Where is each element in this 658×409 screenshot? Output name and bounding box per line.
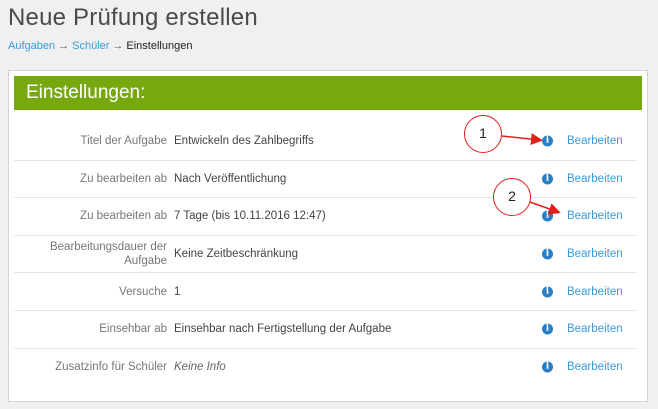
settings-row-zusatzinfo: Zusatzinfo für Schüler Keine Info i Bear… xyxy=(14,349,637,387)
breadcrumb-separator: → xyxy=(58,40,70,52)
settings-card-header: Einstellungen: xyxy=(14,76,642,110)
edit-link-versuche[interactable]: Bearbeiten xyxy=(567,286,623,298)
info-icon[interactable]: i xyxy=(542,361,553,373)
settings-card: Einstellungen: Titel der Aufgabe Entwick… xyxy=(8,70,648,402)
row-label: Versuche xyxy=(119,285,167,298)
info-icon[interactable]: i xyxy=(542,135,553,147)
row-label: Zu bearbeiten ab xyxy=(80,172,167,185)
row-value: Keine Zeitbeschränkung xyxy=(174,248,299,261)
edit-link-zu-bearbeiten-ab-1[interactable]: Bearbeiten xyxy=(567,173,623,185)
breadcrumb-item-einstellungen: Einstellungen xyxy=(126,40,193,52)
settings-list: Titel der Aufgabe Entwickeln des Zahlbeg… xyxy=(14,123,637,386)
row-value: Entwickeln des Zahlbegriffs xyxy=(174,135,314,148)
row-value: Keine Info xyxy=(174,361,226,374)
edit-link-zusatzinfo[interactable]: Bearbeiten xyxy=(567,361,623,373)
edit-link-zu-bearbeiten-ab-2[interactable]: Bearbeiten xyxy=(567,210,623,222)
row-value: Nach Veröffentlichung xyxy=(174,172,287,185)
page-title: Neue Prüfung erstellen xyxy=(8,4,258,31)
info-icon[interactable]: i xyxy=(542,248,553,260)
breadcrumb-separator: → xyxy=(112,40,124,52)
info-icon[interactable]: i xyxy=(542,210,553,222)
breadcrumb-item-schueler[interactable]: Schüler xyxy=(72,40,109,52)
breadcrumb: Aufgaben → Schüler → Einstellungen xyxy=(8,40,192,52)
annotation-marker-1: 1 xyxy=(464,115,502,153)
annotation-marker-2: 2 xyxy=(493,178,531,216)
row-label: Titel der Aufgabe xyxy=(80,135,167,148)
edit-link-bearbeitungsdauer[interactable]: Bearbeiten xyxy=(567,248,623,260)
settings-row-einsehbar-ab: Einsehbar ab Einsehbar nach Fertigstellu… xyxy=(14,311,637,349)
settings-row-bearbeitungsdauer: Bearbeitungsdauer der Aufgabe Keine Zeit… xyxy=(14,236,637,274)
edit-link-einsehbar-ab[interactable]: Bearbeiten xyxy=(567,323,623,335)
settings-row-titel: Titel der Aufgabe Entwickeln des Zahlbeg… xyxy=(14,123,637,161)
row-value: Einsehbar nach Fertigstellung der Aufgab… xyxy=(174,323,392,336)
edit-link-titel[interactable]: Bearbeiten xyxy=(567,135,623,147)
info-icon[interactable]: i xyxy=(542,323,553,335)
settings-row-versuche: Versuche 1 i Bearbeiten xyxy=(14,273,637,311)
row-label: Zu bearbeiten ab xyxy=(80,210,167,223)
row-value: 1 xyxy=(174,285,181,298)
settings-row-zu-bearbeiten-ab-1: Zu bearbeiten ab Nach Veröffentlichung i… xyxy=(14,161,637,199)
info-icon[interactable]: i xyxy=(542,286,553,298)
row-label: Zusatzinfo für Schüler xyxy=(55,361,167,374)
row-value: 7 Tage (bis 10.11.2016 12:47) xyxy=(174,210,326,223)
row-label: Einsehbar ab xyxy=(99,323,167,336)
row-label: Bearbeitungsdauer der Aufgabe xyxy=(50,241,167,268)
settings-row-zu-bearbeiten-ab-2: Zu bearbeiten ab 7 Tage (bis 10.11.2016 … xyxy=(14,198,637,236)
info-icon[interactable]: i xyxy=(542,173,553,185)
breadcrumb-item-aufgaben[interactable]: Aufgaben xyxy=(8,40,55,52)
